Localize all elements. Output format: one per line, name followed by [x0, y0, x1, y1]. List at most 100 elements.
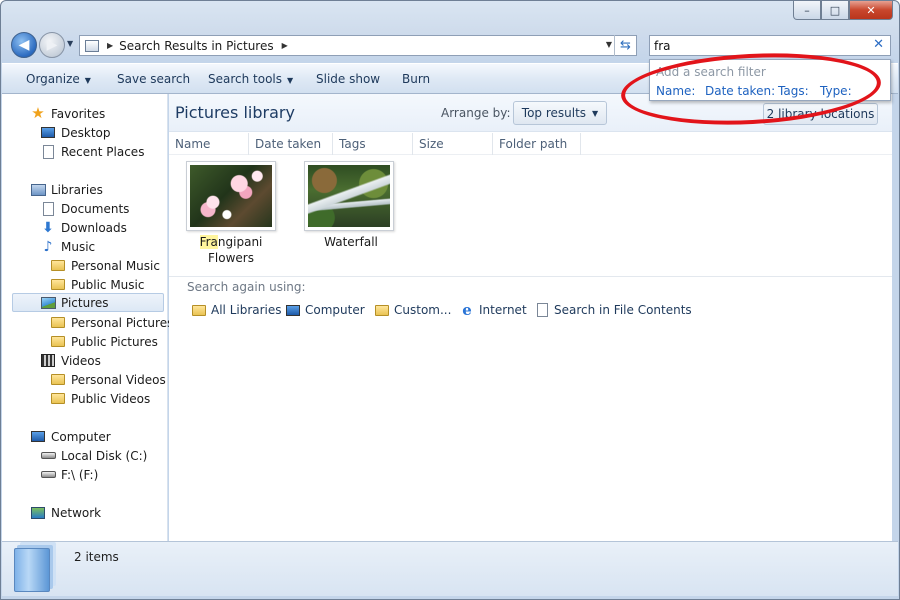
- file-label[interactable]: Waterfall: [301, 234, 401, 250]
- navigation-pane: ★ Favorites Desktop Recent Places Librari…: [2, 94, 173, 541]
- column-size[interactable]: Size: [413, 133, 493, 155]
- nav-computer[interactable]: Computer: [30, 427, 111, 446]
- search-input[interactable]: [650, 36, 860, 55]
- back-button[interactable]: ◀: [11, 32, 37, 58]
- refresh-button[interactable]: ⇆: [614, 35, 636, 56]
- nav-recent-places[interactable]: Recent Places: [40, 142, 144, 161]
- star-icon: ★: [31, 104, 45, 122]
- internet-explorer-icon: e: [462, 301, 472, 319]
- search-again-computer[interactable]: Computer: [285, 302, 365, 318]
- nav-label: Network: [51, 505, 102, 520]
- nav-label: Videos: [61, 353, 101, 368]
- search-again-section: Search again using: All Libraries Comput…: [169, 276, 892, 319]
- nav-documents[interactable]: Documents: [40, 199, 129, 218]
- search-again-custom[interactable]: Custom...: [374, 302, 451, 318]
- nav-f-drive[interactable]: F:\ (F:): [40, 465, 98, 484]
- slide-show-button[interactable]: Slide show: [316, 72, 380, 86]
- nav-videos[interactable]: Videos: [40, 351, 101, 370]
- chevron-down-icon: ▼: [592, 108, 599, 118]
- library-title: Pictures library: [175, 103, 295, 122]
- column-name[interactable]: Name: [169, 133, 249, 155]
- caption-buttons: – □ ✕: [793, 1, 893, 20]
- folder-search-icon: [374, 302, 390, 318]
- breadcrumb-chevron-icon[interactable]: ▶: [282, 41, 288, 50]
- burn-button[interactable]: Burn: [402, 72, 430, 86]
- nav-label: Recent Places: [61, 144, 145, 159]
- nav-personal-videos[interactable]: Personal Videos: [50, 370, 166, 389]
- address-dropdown-icon[interactable]: ▼: [606, 40, 612, 49]
- arrange-by-dropdown[interactable]: Top results ▼: [513, 101, 607, 125]
- nav-label: Personal Music: [71, 258, 160, 273]
- nav-public-music[interactable]: Public Music: [50, 275, 144, 294]
- search-tools-label: Search tools: [208, 72, 283, 86]
- search-match-highlight: Fra: [199, 235, 218, 249]
- save-search-button[interactable]: Save search: [117, 72, 190, 86]
- close-button[interactable]: ✕: [849, 1, 893, 20]
- nav-label: Public Music: [71, 277, 145, 292]
- forward-button[interactable]: ▶: [39, 32, 65, 58]
- folder-icon: [50, 277, 66, 293]
- nav-label: Music: [61, 239, 96, 254]
- nav-desktop[interactable]: Desktop: [40, 123, 111, 142]
- content-pane: Pictures library Arrange by: Top results…: [169, 94, 892, 541]
- nav-label: Libraries: [51, 182, 103, 197]
- clear-search-icon[interactable]: ✕: [873, 37, 884, 52]
- nav-label: Personal Videos: [71, 372, 166, 387]
- search-tools-menu[interactable]: Search tools ▼: [208, 72, 293, 86]
- sa-label: Computer: [305, 303, 365, 317]
- nav-favorites[interactable]: ★ Favorites: [30, 104, 105, 123]
- back-arrow-icon: ◀: [18, 37, 30, 53]
- computer-icon: [30, 429, 46, 445]
- document-search-icon: [534, 302, 550, 318]
- nav-pictures[interactable]: Pictures: [12, 293, 164, 312]
- arrange-by-label: Arrange by:: [441, 106, 511, 120]
- search-again-file-contents[interactable]: Search in File Contents: [534, 302, 692, 318]
- nav-label: Personal Pictures: [71, 315, 174, 330]
- file-label-line2: Flowers: [208, 251, 254, 265]
- refresh-icon: ⇆: [620, 38, 631, 53]
- search-again-internet[interactable]: e Internet: [459, 301, 526, 319]
- nav-personal-music[interactable]: Personal Music: [50, 256, 160, 275]
- nav-label: Favorites: [51, 106, 106, 121]
- column-folder-path[interactable]: Folder path: [493, 133, 581, 155]
- item-count: 2 items: [74, 550, 119, 564]
- nav-music[interactable]: ♪ Music: [40, 237, 96, 256]
- nav-local-disk[interactable]: Local Disk (C:): [40, 446, 147, 465]
- organize-menu[interactable]: Organize ▼: [26, 72, 91, 86]
- folder-icon: [50, 391, 66, 407]
- download-arrow-icon: ⬇: [42, 219, 54, 236]
- arrange-by-value: Top results: [521, 106, 587, 120]
- column-date-taken[interactable]: Date taken: [249, 133, 333, 155]
- folder-icon: [50, 334, 66, 350]
- thumbnail[interactable]: [186, 161, 276, 231]
- folder-icon: [50, 372, 66, 388]
- hard-disk-icon: [40, 448, 56, 464]
- folder-icon: [50, 315, 66, 331]
- minimize-button[interactable]: –: [793, 1, 821, 20]
- nav-label: Public Pictures: [71, 334, 158, 349]
- nav-network[interactable]: Network: [30, 503, 101, 522]
- nav-downloads[interactable]: ⬇ Downloads: [40, 218, 127, 237]
- address-path[interactable]: Search Results in Pictures: [119, 39, 273, 53]
- nav-public-videos[interactable]: Public Videos: [50, 389, 150, 408]
- breadcrumb-chevron-icon[interactable]: ▶: [107, 41, 113, 50]
- recent-pages-dropdown-icon[interactable]: ▼: [67, 39, 73, 48]
- thumbnail[interactable]: [304, 161, 394, 231]
- nav-public-pictures[interactable]: Public Pictures: [50, 332, 158, 351]
- network-icon: [30, 505, 46, 521]
- search-again-all-libraries[interactable]: All Libraries: [191, 302, 282, 318]
- frangipani-photo: [190, 165, 272, 227]
- nav-personal-pictures[interactable]: Personal Pictures: [50, 313, 173, 332]
- recent-places-icon: [40, 144, 56, 160]
- column-tags[interactable]: Tags: [333, 133, 413, 155]
- nav-libraries[interactable]: Libraries: [30, 180, 103, 199]
- nav-label: F:\ (F:): [61, 467, 99, 482]
- pictures-stack-icon: [14, 548, 50, 592]
- column-headers: Name Date taken Tags Size Folder path: [169, 133, 892, 155]
- nav-label: Public Videos: [71, 391, 151, 406]
- file-label[interactable]: Frangipani Flowers: [181, 234, 281, 266]
- address-bar[interactable]: ▶ Search Results in Pictures ▶ ▼ ⇆: [79, 35, 637, 56]
- desktop-icon: [40, 125, 56, 141]
- file-label-rest: ngipani: [217, 235, 263, 249]
- maximize-button[interactable]: □: [821, 1, 849, 20]
